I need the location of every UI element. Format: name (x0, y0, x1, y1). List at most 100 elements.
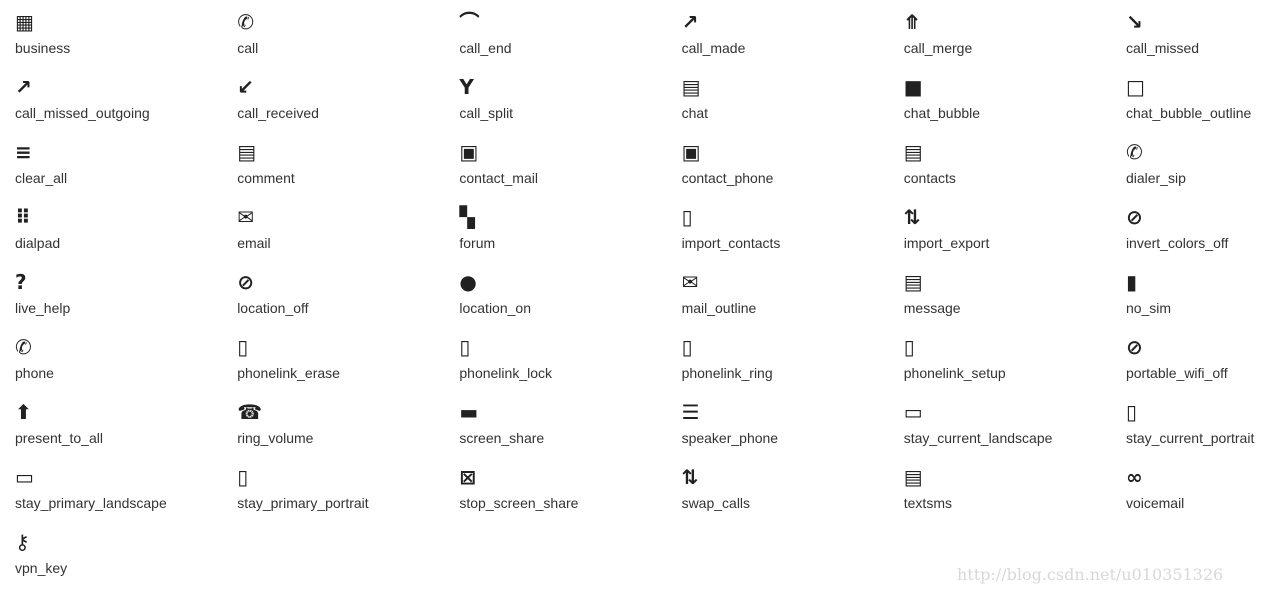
call-icon: ✆ (237, 10, 254, 34)
no-sim-icon: ▮ (1125, 270, 1137, 294)
call-missed-icon: ↘ (1125, 10, 1143, 34)
import-export-icon: ⇅ (903, 205, 921, 229)
icon-item: ▭ stay_current_landscape (904, 398, 1126, 463)
icon-item: ▯ phonelink_erase (237, 333, 459, 398)
voicemail-icon: ∞ (1125, 465, 1143, 489)
call-split-icon: Y (459, 75, 474, 99)
icon-label: clear_all (15, 170, 68, 186)
icon-item: ✆ phone (15, 333, 237, 398)
icon-label: phonelink_setup (903, 365, 1006, 381)
icon-label: phonelink_ring (681, 365, 773, 381)
icon-item: ▯ stay_primary_portrait (237, 463, 459, 528)
icon-label: textsms (903, 495, 952, 511)
icon-item: ▚ forum (459, 203, 681, 268)
icon-label: chat_bubble (903, 105, 981, 121)
icon-item: ▯ phonelink_lock (459, 333, 681, 398)
icon-item: ⊠ stop_screen_share (459, 463, 681, 528)
icon-item: ↘ call_missed (1126, 8, 1279, 73)
icon-item: ↗ call_made (682, 8, 904, 73)
icon-item: ⤊ call_merge (904, 8, 1126, 73)
icon-item: ▤ contacts (904, 138, 1126, 203)
icon-label: email (237, 235, 271, 251)
icon-item: ● location_on (459, 268, 681, 333)
import-contacts-icon: ▯ (681, 205, 693, 229)
icon-label: contact_mail (459, 170, 538, 186)
icon-label: present_to_all (15, 430, 103, 446)
call-received-icon: ↙ (237, 75, 254, 99)
icon-item: ⌒ call_end (459, 8, 681, 73)
icon-label: comment (237, 170, 295, 186)
swap-calls-icon: ⇅ (681, 465, 699, 489)
ring-volume-icon: ☎ (237, 400, 263, 424)
contact-mail-icon: ▣ (459, 140, 479, 164)
icon-item: ▬ screen_share (459, 398, 681, 463)
icon-item: ▯ phonelink_ring (682, 333, 904, 398)
icon-item: ▤ chat (682, 73, 904, 138)
icon-label: call_end (459, 40, 512, 56)
comment-icon: ▤ (237, 140, 257, 164)
chat-icon: ▤ (681, 75, 701, 99)
chat-bubble-icon: ■ (903, 75, 923, 99)
icon-item: ▭ stay_primary_landscape (15, 463, 237, 528)
icon-item: ≡ clear_all (15, 138, 237, 203)
present-to-all-icon: ⬆ (15, 400, 32, 424)
location-on-icon: ● (459, 270, 477, 294)
phonelink-erase-icon: ▯ (237, 335, 249, 359)
icon-label: location_on (459, 300, 531, 316)
speaker-phone-icon: ☰ (681, 400, 700, 424)
invert-colors-off-icon: ⊘ (1125, 205, 1143, 229)
icon-label: stay_current_portrait (1125, 430, 1255, 446)
icon-item: ⚷ vpn_key (15, 528, 237, 593)
call-merge-icon: ⤊ (903, 10, 921, 34)
icon-label: phonelink_erase (237, 365, 340, 381)
phonelink-ring-icon: ▯ (681, 335, 693, 359)
icon-label: stay_primary_portrait (237, 495, 369, 511)
live-help-icon: ? (15, 270, 27, 294)
icon-item: ■ chat_bubble (904, 73, 1126, 138)
contacts-icon: ▤ (903, 140, 923, 164)
vpn-key-icon: ⚷ (15, 530, 30, 554)
icon-item: ▤ textsms (904, 463, 1126, 528)
email-icon: ✉ (237, 205, 254, 229)
phonelink-lock-icon: ▯ (459, 335, 471, 359)
dialer-sip-icon: ✆ (1125, 140, 1143, 164)
icon-label: contact_phone (681, 170, 774, 186)
stay-primary-portrait-icon: ▯ (237, 465, 249, 489)
icon-label: location_off (237, 300, 309, 316)
dialpad-icon: ⠿ (15, 205, 31, 229)
icon-item: ? live_help (15, 268, 237, 333)
mail-outline-icon: ✉ (681, 270, 699, 294)
icon-item: ▣ contact_phone (682, 138, 904, 203)
stop-screen-share-icon: ⊠ (459, 465, 477, 489)
icon-item: ▯ phonelink_setup (904, 333, 1126, 398)
forum-icon: ▚ (459, 205, 475, 229)
icon-label: ring_volume (237, 430, 314, 446)
icon-label: swap_calls (681, 495, 751, 511)
icon-label: contacts (903, 170, 956, 186)
icon-label: call_made (681, 40, 746, 56)
clear-all-icon: ≡ (15, 140, 32, 164)
icon-label: voicemail (1125, 495, 1185, 511)
icon-item: ∞ voicemail (1126, 463, 1279, 528)
icon-item: ☰ speaker_phone (682, 398, 904, 463)
icon-item: ⬆ present_to_all (15, 398, 237, 463)
icon-label: message (903, 300, 961, 316)
icon-label: vpn_key (15, 560, 68, 576)
icon-label: call_merge (903, 40, 973, 56)
icon-item: ✉ mail_outline (682, 268, 904, 333)
icon-label: import_export (903, 235, 990, 251)
icon-item: ⊘ portable_wifi_off (1126, 333, 1279, 398)
icon-item: □ chat_bubble_outline (1126, 73, 1279, 138)
icon-label: import_contacts (681, 235, 781, 251)
icon-item: ▯ stay_current_portrait (1126, 398, 1279, 463)
textsms-icon: ▤ (903, 465, 923, 489)
icon-label: chat (681, 105, 709, 121)
icon-item: ↙ call_received (237, 73, 459, 138)
icon-label: screen_share (459, 430, 545, 446)
icon-item: ▣ contact_mail (459, 138, 681, 203)
icon-label: mail_outline (681, 300, 757, 316)
icon-item: ▮ no_sim (1126, 268, 1279, 333)
phonelink-setup-icon: ▯ (903, 335, 915, 359)
contact-phone-icon: ▣ (681, 140, 701, 164)
icon-label: call_received (237, 105, 319, 121)
